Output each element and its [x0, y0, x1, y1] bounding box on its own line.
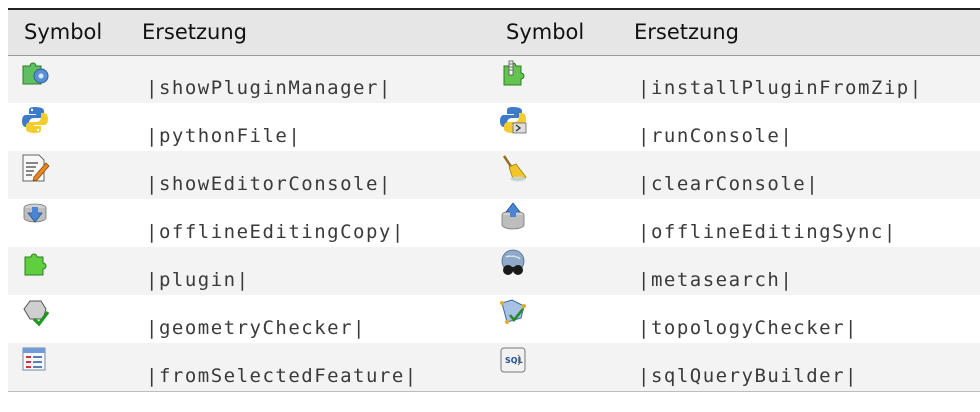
symbol-cell	[498, 247, 622, 295]
symbol-cell	[8, 103, 126, 151]
symbol-cell	[498, 151, 622, 199]
code-cell: |offlineEditingSync|	[622, 199, 980, 247]
symbol-cell	[8, 199, 126, 247]
code-cell: |installPluginFromZip|	[622, 55, 980, 103]
metasearch-icon	[501, 249, 525, 275]
table-row: |showPluginManager| |installPluginFromZi…	[8, 55, 980, 103]
header-ersetzung: Ersetzung	[634, 20, 739, 45]
symbol-cell	[8, 247, 126, 295]
code-cell: |runConsole|	[622, 103, 980, 151]
substitution-code: |sqlQueryBuilder|	[638, 364, 858, 387]
header-ersetzung: Ersetzung	[142, 20, 247, 45]
code-cell: |showEditorConsole|	[126, 151, 498, 199]
substitution-code: |offlineEditingCopy|	[146, 221, 405, 243]
code-cell: |showPluginManager|	[126, 55, 498, 103]
code-cell: |fromSelectedFeature|	[126, 343, 498, 391]
symbol-cell	[498, 103, 622, 151]
table-row: |plugin| |metasearch|	[8, 247, 980, 295]
substitution-code: |pythonFile|	[146, 125, 302, 147]
substitution-code: |offlineEditingSync|	[638, 221, 897, 243]
code-cell: |topologyChecker|	[622, 295, 980, 343]
code-cell: |geometryChecker|	[126, 295, 498, 343]
substitution-code: |fromSelectedFeature|	[146, 364, 418, 387]
table-row: |showEditorConsole| |clearConsole|	[8, 151, 980, 199]
table-row: |fromSelectedFeature| SQL |sqlQueryBuild…	[8, 343, 980, 391]
substitution-code: |plugin|	[146, 269, 250, 291]
substitution-code: |topologyChecker|	[638, 317, 858, 339]
code-cell: |pythonFile|	[126, 103, 498, 151]
python-console-icon	[500, 107, 527, 134]
code-cell: |clearConsole|	[622, 151, 980, 199]
substitution-code: |installPluginFromZip|	[638, 77, 923, 99]
substitution-code: |geometryChecker|	[146, 317, 366, 339]
code-cell: |offlineEditingCopy|	[126, 199, 498, 247]
header-symbol: Symbol	[506, 20, 585, 45]
plugin-manager-icon	[22, 62, 49, 84]
substitution-code: |showEditorConsole|	[146, 173, 392, 195]
symbol-cell	[8, 151, 126, 199]
substitution-code: |runConsole|	[638, 125, 794, 147]
substitution-code: |clearConsole|	[638, 173, 820, 195]
table-row: |offlineEditingCopy| |offlineEditingSync…	[8, 199, 980, 247]
table-header-row: Symbol Ersetzung Symbol Ersetzung	[8, 9, 980, 55]
substitution-code: |showPluginManager|	[146, 77, 392, 99]
table-row: |pythonFile| |runConsole|	[8, 103, 980, 151]
symbol-cell	[8, 55, 126, 103]
table-row: |geometryChecker| |topologyChecker|	[8, 295, 980, 343]
code-cell: |metasearch|	[622, 247, 980, 295]
offline-editing-sync-icon	[501, 202, 525, 230]
sql-query-builder-icon: SQL	[500, 347, 526, 373]
symbol-cell	[8, 343, 126, 391]
substitution-table: Symbol Ersetzung Symbol Ersetzung |showP…	[8, 8, 980, 392]
symbol-cell	[8, 295, 126, 343]
symbol-cell	[498, 295, 622, 343]
header-symbol: Symbol	[24, 20, 103, 45]
from-selected-feature-icon	[22, 347, 46, 371]
symbol-cell: SQL	[498, 343, 622, 391]
install-plugin-zip-icon	[503, 60, 525, 85]
geometry-checker-icon	[23, 300, 50, 327]
code-cell: |plugin|	[126, 247, 498, 295]
editor-console-icon	[22, 154, 50, 182]
substitution-code: |metasearch|	[638, 269, 794, 291]
python-file-icon	[22, 107, 48, 133]
code-cell: |sqlQueryBuilder|	[622, 343, 980, 391]
symbol-cell	[498, 199, 622, 247]
offline-editing-copy-icon	[23, 203, 47, 223]
topology-checker-icon	[500, 299, 526, 324]
symbol-cell	[498, 55, 622, 103]
clear-console-broom-icon	[502, 155, 527, 182]
plugin-icon	[24, 253, 47, 276]
